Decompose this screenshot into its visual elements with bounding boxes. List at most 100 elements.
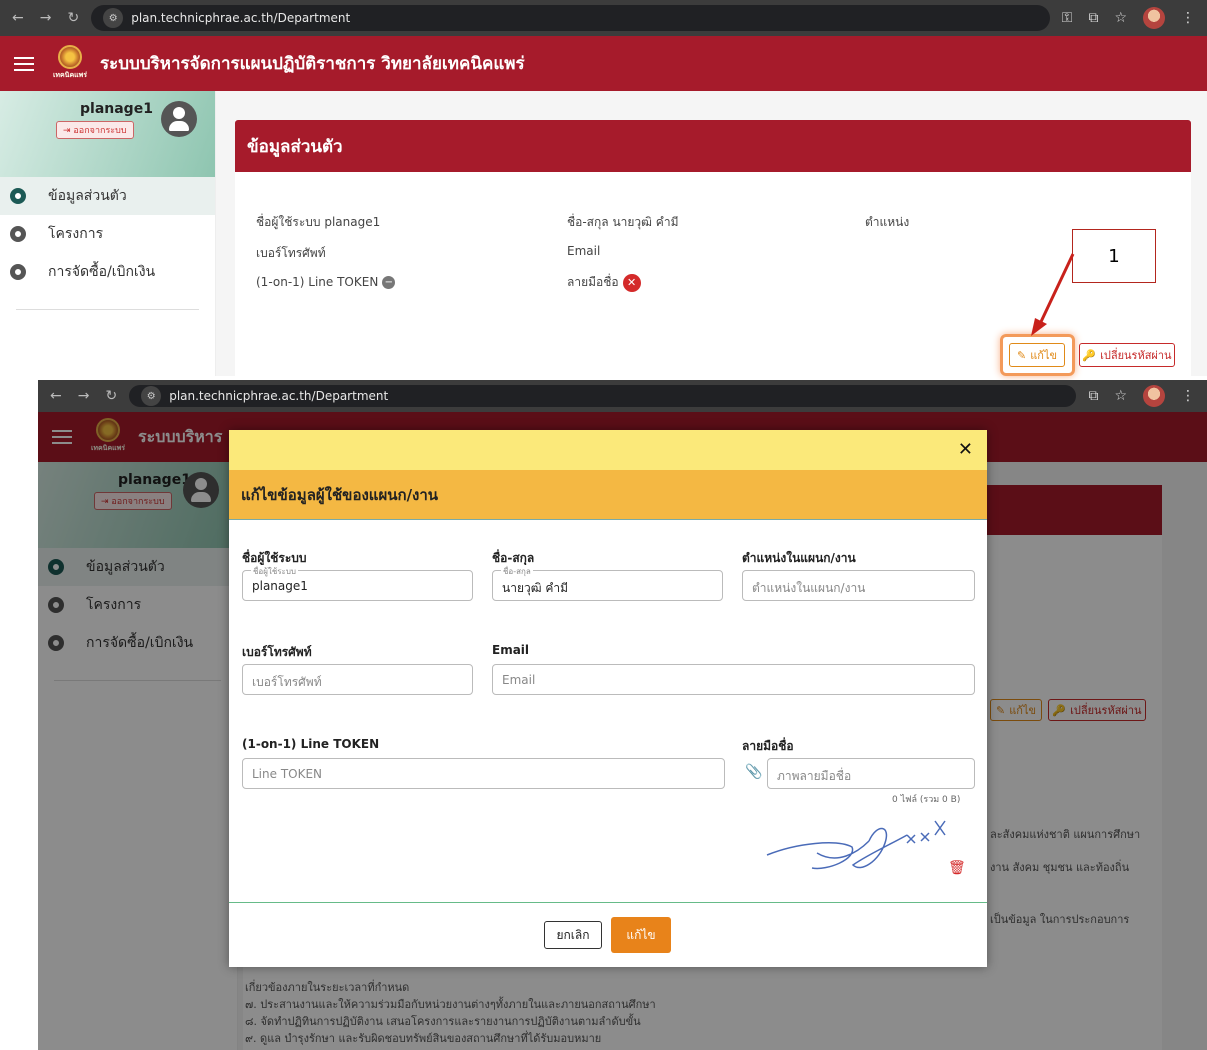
username: planage1 bbox=[80, 101, 153, 117]
email-label: Email bbox=[492, 643, 530, 657]
line-token-label: (1-on-1) Line TOKEN bbox=[242, 737, 380, 751]
position-input[interactable]: ตำแหน่งในแผนก/งาน bbox=[742, 570, 975, 601]
signature-file-input[interactable]: ภาพลายมือชื่อ bbox=[767, 758, 975, 789]
file-count: 0 ไฟล์ (รวม 0 B) bbox=[892, 795, 961, 805]
logout-button[interactable]: ⇥ ออกจากระบบ bbox=[56, 121, 134, 139]
edit-button-label: แก้ไข bbox=[1030, 349, 1058, 362]
annotation-arrow bbox=[1031, 253, 1075, 336]
site-settings-icon[interactable]: ⚙ bbox=[103, 8, 124, 28]
forward-icon[interactable]: → bbox=[40, 10, 52, 26]
cancel-button[interactable]: ยกเลิก bbox=[544, 921, 602, 949]
card-title: ข้อมูลส่วนตัว bbox=[235, 120, 1191, 172]
close-circle-icon: ✕ bbox=[622, 273, 641, 292]
sidebar-item-label: โครงการ bbox=[48, 226, 104, 242]
paperclip-icon[interactable]: 📎 bbox=[745, 764, 762, 780]
phone-label: เบอร์โทรศัพท์ bbox=[242, 645, 312, 659]
logout-label: ออกจากระบบ bbox=[73, 126, 127, 136]
sidebar: planage1 ⇥ ออกจากระบบ ข้อมูลส่วนตัว โครง… bbox=[0, 91, 216, 376]
trash-icon[interactable]: 🗑 bbox=[948, 860, 966, 876]
browser-nav: ← → ↻ bbox=[38, 388, 129, 404]
line-token-placeholder: Line TOKEN bbox=[252, 767, 323, 781]
signature-field: ลายมือชื่อ ✕ bbox=[567, 273, 641, 292]
browser-toolbar: ← → ↻ ⚙ plan.technicphrae.ac.th/Departme… bbox=[38, 380, 1207, 412]
phone-placeholder: เบอร์โทรศัพท์ bbox=[252, 675, 322, 689]
profile-avatar-icon[interactable] bbox=[1143, 385, 1165, 407]
top-screenshot: ← → ↻ ⚙ plan.technicphrae.ac.th/Departme… bbox=[0, 0, 1207, 376]
position-placeholder: ตำแหน่งในแผนก/งาน bbox=[752, 581, 866, 595]
install-app-icon[interactable]: ⧉ bbox=[1088, 10, 1098, 26]
hamburger-menu-icon[interactable] bbox=[14, 53, 34, 75]
fullname-value: นายวุฒิ คำมี bbox=[502, 581, 569, 595]
bookmark-star-icon[interactable]: ☆ bbox=[1114, 10, 1127, 26]
username-field: ชื่อผู้ใช้ระบบ planage1 bbox=[256, 215, 381, 229]
sidebar-item-profile[interactable]: ข้อมูลส่วนตัว bbox=[0, 177, 215, 215]
bookmark-star-icon[interactable]: ☆ bbox=[1114, 388, 1127, 404]
signature-placeholder: ภาพลายมือชื่อ bbox=[777, 769, 852, 783]
change-password-label: เปลี่ยนรหัสผ่าน bbox=[1100, 349, 1172, 362]
back-icon[interactable]: ← bbox=[50, 388, 62, 404]
phone-input[interactable]: เบอร์โทรศัพท์ bbox=[242, 664, 473, 695]
line-token-label: (1-on-1) Line TOKEN bbox=[256, 275, 379, 289]
fullname-input[interactable]: ชื่อ-สกุล นายวุฒิ คำมี bbox=[492, 565, 723, 601]
menu-dots-icon[interactable]: ⋮ bbox=[1181, 10, 1195, 26]
radio-icon bbox=[10, 188, 26, 204]
college-logo: เทคนิคแพร่ bbox=[52, 44, 88, 83]
app-title: ระบบบริหารจัดการแผนปฏิบัติราชการ วิทยาลั… bbox=[100, 54, 525, 74]
username-input[interactable]: ชื่อผู้ใช้ระบบ planage1 bbox=[242, 565, 473, 601]
cancel-label: ยกเลิก bbox=[556, 927, 590, 942]
username-value: planage1 bbox=[252, 579, 308, 593]
url-text: plan.technicphrae.ac.th/Department bbox=[131, 11, 351, 25]
sidebar-item-label: ข้อมูลส่วนตัว bbox=[48, 188, 127, 204]
reload-icon[interactable]: ↻ bbox=[67, 10, 79, 26]
edit-button[interactable]: ✎ แก้ไข bbox=[1009, 343, 1065, 367]
address-bar[interactable]: ⚙ plan.technicphrae.ac.th/Department bbox=[91, 5, 1050, 31]
fullname-field: ชื่อ-สกุล นายวุฒิ คำมี bbox=[567, 215, 679, 229]
sidebar-item-projects[interactable]: โครงการ bbox=[0, 215, 215, 253]
logo-text: เทคนิคแพร่ bbox=[52, 70, 88, 79]
email-placeholder: Email bbox=[502, 673, 536, 687]
save-label: แก้ไข bbox=[626, 927, 656, 942]
profile-panel: planage1 ⇥ ออกจากระบบ bbox=[0, 91, 215, 177]
browser-toolbar: ← → ↻ ⚙ plan.technicphrae.ac.th/Departme… bbox=[0, 0, 1207, 36]
app-header: เทคนิคแพร่ ระบบบริหารจัดการแผนปฏิบัติราช… bbox=[0, 36, 1207, 91]
signature-label: ลายมือชื่อ bbox=[567, 275, 619, 289]
minus-circle-icon: − bbox=[382, 276, 396, 289]
position-field: ตำแหน่ง bbox=[865, 215, 910, 229]
email-field: Email bbox=[567, 244, 601, 258]
edit-icon: ✎ bbox=[1016, 348, 1027, 362]
reload-icon[interactable]: ↻ bbox=[105, 388, 117, 404]
line-token-field: (1-on-1) Line TOKEN − bbox=[256, 275, 396, 289]
save-button[interactable]: แก้ไข bbox=[611, 917, 671, 953]
back-icon[interactable]: ← bbox=[12, 10, 24, 26]
forward-icon[interactable]: → bbox=[78, 388, 90, 404]
change-password-button[interactable]: 🔑 เปลี่ยนรหัสผ่าน bbox=[1079, 343, 1175, 367]
browser-actions: ⚿ ⧉ ☆ ⋮ bbox=[1050, 7, 1207, 29]
install-app-icon[interactable]: ⧉ bbox=[1088, 388, 1098, 404]
modal-top-bar: ✕ bbox=[229, 430, 987, 470]
profile-avatar-icon[interactable] bbox=[1143, 7, 1165, 29]
signature-label: ลายมือชื่อ bbox=[742, 739, 794, 753]
menu-dots-icon[interactable]: ⋮ bbox=[1181, 388, 1195, 404]
bottom-screenshot: ← → ↻ ⚙ plan.technicphrae.ac.th/Departme… bbox=[38, 380, 1207, 1050]
site-settings-icon[interactable]: ⚙ bbox=[141, 386, 162, 406]
close-icon[interactable]: ✕ bbox=[958, 439, 973, 460]
modal-title: แก้ไขข้อมูลผู้ใช้ของแผนก/งาน bbox=[229, 470, 987, 520]
signature-image bbox=[766, 820, 946, 870]
edit-user-modal: ✕ แก้ไขข้อมูลผู้ใช้ของแผนก/งาน ชื่อผู้ใช… bbox=[229, 430, 987, 967]
browser-nav: ← → ↻ bbox=[0, 10, 91, 26]
college-seal-icon bbox=[58, 44, 82, 69]
address-bar[interactable]: ⚙ plan.technicphrae.ac.th/Department bbox=[129, 385, 1077, 407]
password-key-icon[interactable]: ⚿ bbox=[1062, 10, 1073, 26]
radio-icon bbox=[10, 264, 26, 280]
user-avatar-icon bbox=[161, 101, 197, 137]
browser-actions: ⧉ ☆ ⋮ bbox=[1076, 385, 1207, 407]
line-token-input[interactable]: Line TOKEN bbox=[242, 758, 725, 789]
position-label: ตำแหน่งในแผนก/งาน bbox=[742, 551, 856, 565]
fullname-legend: ชื่อ-สกุล bbox=[501, 565, 533, 578]
email-input[interactable]: Email bbox=[492, 664, 975, 695]
username-legend: ชื่อผู้ใช้ระบบ bbox=[251, 565, 299, 578]
modal-footer-divider bbox=[229, 902, 987, 903]
sidebar-item-label: การจัดซื้อ/เบิกเงิน bbox=[48, 264, 156, 280]
radio-icon bbox=[10, 226, 26, 242]
sidebar-item-procurement[interactable]: การจัดซื้อ/เบิกเงิน bbox=[0, 253, 215, 291]
